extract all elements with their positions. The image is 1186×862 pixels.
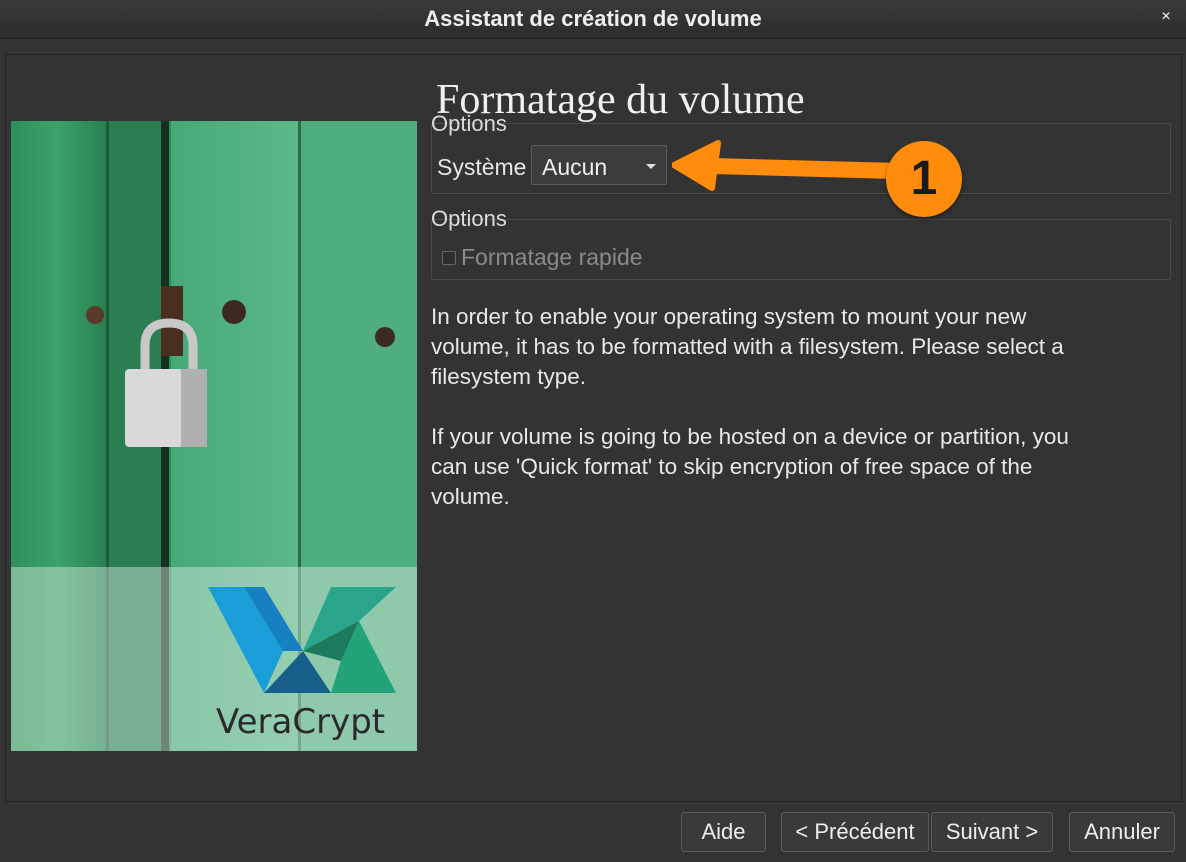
- format-options-group-label: Options: [431, 206, 507, 231]
- title-bar[interactable]: Assistant de création de volume ×: [0, 0, 1186, 39]
- filesystem-options-group-label: Options: [431, 111, 507, 136]
- quick-format-checkbox[interactable]: [442, 251, 456, 265]
- filesystem-label: Système: [437, 154, 527, 180]
- next-button[interactable]: Suivant >: [931, 812, 1053, 852]
- veracrypt-banner-image: VeraCrypt: [11, 121, 417, 751]
- veracrypt-logo-text: VeraCrypt: [216, 702, 385, 742]
- close-icon[interactable]: ×: [1158, 8, 1174, 28]
- filesystem-dropdown[interactable]: Aucun: [531, 145, 667, 185]
- annotation-arrow-icon: [672, 140, 902, 191]
- description-paragraph-2: If your volume is going to be hosted on …: [431, 424, 1069, 509]
- description-text: In order to enable your operating system…: [431, 302, 1111, 542]
- cancel-button[interactable]: Annuler: [1069, 812, 1175, 852]
- help-button[interactable]: Aide: [681, 812, 766, 852]
- description-paragraph-1: In order to enable your operating system…: [431, 304, 1064, 389]
- quick-format-label: Formatage rapide: [461, 244, 643, 270]
- filesystem-dropdown-value: Aucun: [542, 154, 608, 180]
- chevron-down-icon: [646, 164, 656, 169]
- annotation-badge: 1: [886, 141, 962, 217]
- previous-button[interactable]: < Précédent: [781, 812, 929, 852]
- window-title: Assistant de création de volume: [424, 6, 762, 31]
- volume-creation-wizard-window: Assistant de création de volume × VeraCr…: [0, 0, 1186, 862]
